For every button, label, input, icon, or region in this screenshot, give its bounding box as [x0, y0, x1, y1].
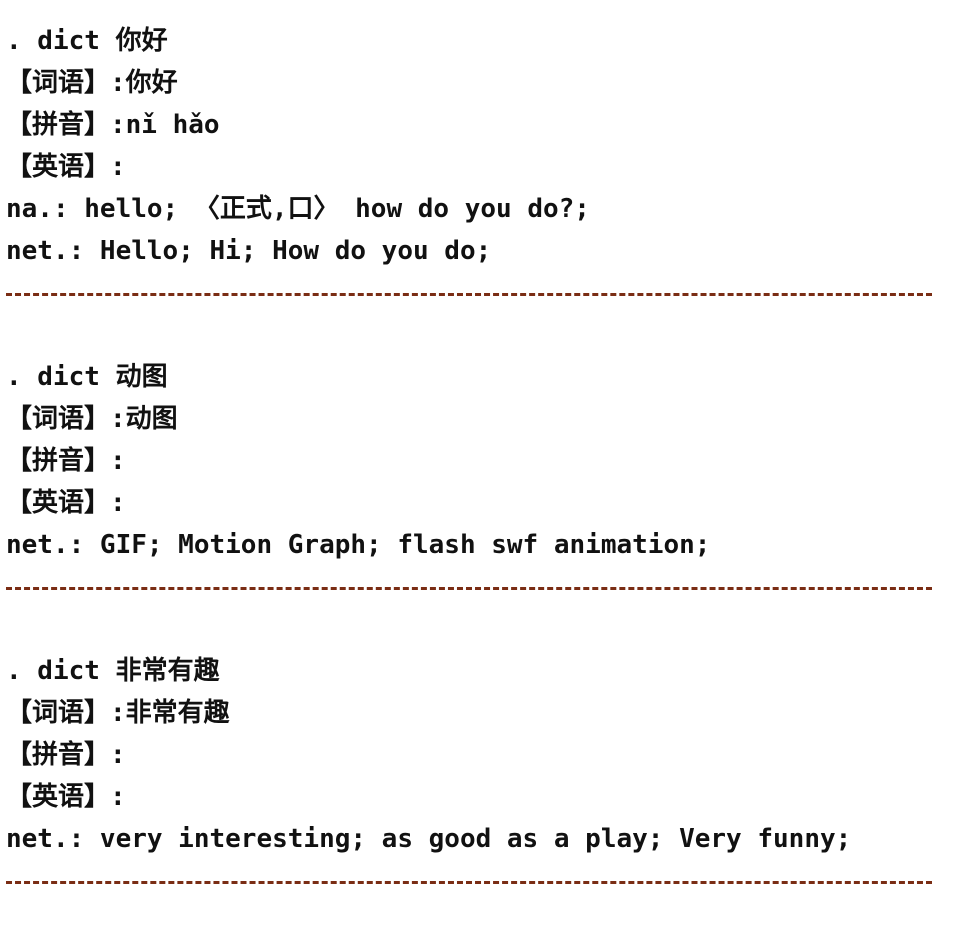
word-line: 【词语】:动图: [6, 404, 178, 434]
separator-line: [6, 272, 946, 314]
word-line: 【词语】:你好: [6, 68, 178, 98]
definition-line: net.: very interesting; as good as a pla…: [6, 824, 852, 854]
command-line: . dict 你好: [6, 26, 168, 56]
pinyin-line: 【拼音】:nǐ hǎo: [6, 110, 220, 140]
separator-line: [6, 566, 946, 608]
definition-line: net.: Hello; Hi; How do you do;: [6, 236, 492, 266]
definition-line: net.: GIF; Motion Graph; flash swf anima…: [6, 530, 711, 560]
command-line: . dict 非常有趣: [6, 656, 220, 686]
separator-line: [6, 860, 946, 902]
dict-entry: . dict 非常有趣 【词语】:非常有趣 【拼音】: 【英语】: net.: …: [6, 650, 946, 902]
english-line: 【英语】:: [6, 488, 126, 518]
dict-entry: . dict 动图 【词语】:动图 【拼音】: 【英语】: net.: GIF;…: [6, 356, 946, 650]
pinyin-line: 【拼音】:: [6, 446, 126, 476]
word-line: 【词语】:非常有趣: [6, 698, 230, 728]
terminal-output: . dict 你好 【词语】:你好 【拼音】:nǐ hǎo 【英语】: na.:…: [6, 20, 946, 902]
english-line: 【英语】:: [6, 782, 126, 812]
definition-line: na.: hello; 〈正式,口〉 how do you do?;: [6, 194, 590, 224]
pinyin-line: 【拼音】:: [6, 740, 126, 770]
english-line: 【英语】:: [6, 152, 126, 182]
dict-entry: . dict 你好 【词语】:你好 【拼音】:nǐ hǎo 【英语】: na.:…: [6, 20, 946, 356]
command-line: . dict 动图: [6, 362, 168, 392]
